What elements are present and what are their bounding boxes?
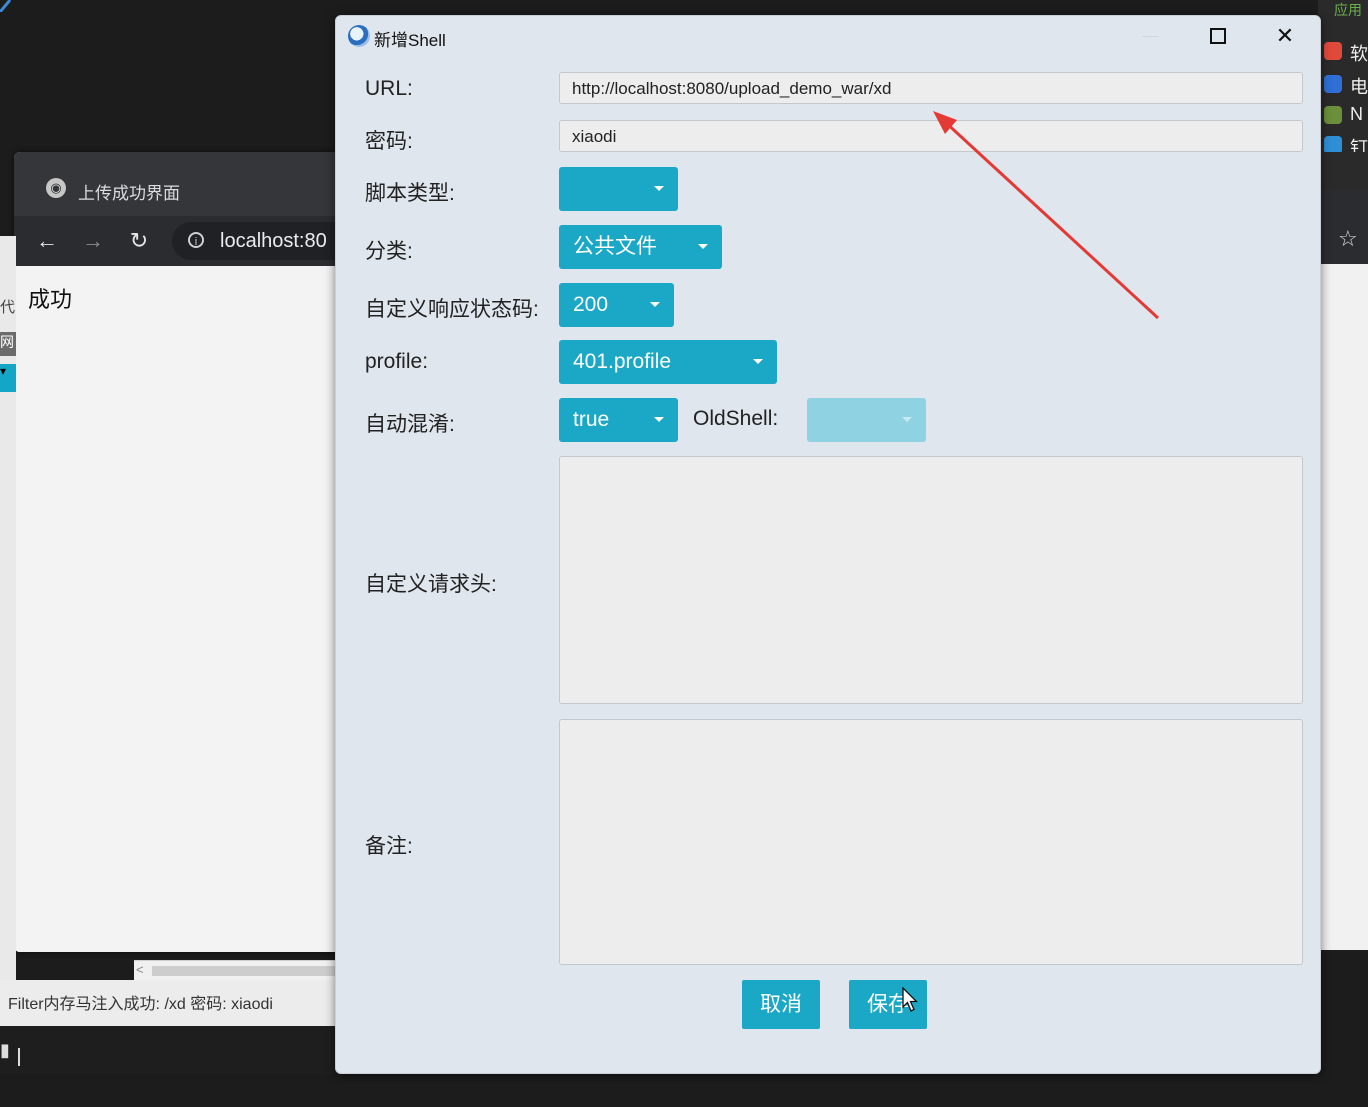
remark-label: 备注: xyxy=(365,835,413,858)
address-url[interactable]: localhost:80 xyxy=(220,230,327,253)
back-arrow-icon[interactable]: ← xyxy=(34,228,60,254)
obfuscate-label: 自动混淆: xyxy=(365,413,455,436)
taskbar-glyph: ▮ xyxy=(0,1040,10,1060)
right-app-list: 应用 软 电 N 钉 xyxy=(1318,0,1368,190)
info-icon[interactable]: i xyxy=(188,232,204,248)
shield-icon xyxy=(1324,75,1342,93)
chevron-down-icon xyxy=(654,186,664,191)
chevron-down-icon xyxy=(698,244,708,249)
right-app-item[interactable]: N xyxy=(1322,104,1368,126)
text-cursor-icon xyxy=(18,1048,20,1066)
chevron-down-icon xyxy=(902,417,912,422)
old-shell-label: OldShell: xyxy=(693,407,779,430)
status-code-label: 自定义响应状态码: xyxy=(365,298,539,321)
corner-decoration xyxy=(0,0,12,12)
annotation-arrow xyxy=(933,111,1160,320)
obfuscate-select[interactable]: true xyxy=(559,398,678,442)
page-success-text: 成功 xyxy=(28,287,73,312)
scroll-left-icon[interactable]: < xyxy=(136,962,144,977)
app-globe-icon xyxy=(348,25,370,47)
pin-icon xyxy=(1324,136,1342,152)
obfuscate-value: true xyxy=(573,408,610,431)
close-icon: ✕ xyxy=(1275,23,1295,48)
right-app-item[interactable]: 电 xyxy=(1322,73,1368,97)
status-message: Filter内存马注入成功: /xd 密码: xiaodi xyxy=(8,996,273,1013)
left-strip-tab[interactable]: 网 xyxy=(0,332,16,356)
browser-toolbar: ← → ↻ i localhost:80 xyxy=(14,216,354,266)
right-app-item[interactable]: 钉 xyxy=(1322,134,1368,152)
folder-icon xyxy=(1324,106,1342,124)
category-label: 分类: xyxy=(365,240,413,263)
category-value: 公共文件 xyxy=(573,235,657,258)
browser-tab-title[interactable]: 上传成功界面 xyxy=(78,179,180,204)
profile-label: profile: xyxy=(365,350,429,373)
globe-icon: ◉ xyxy=(46,178,66,198)
password-label: 密码: xyxy=(365,130,413,153)
headers-textarea[interactable] xyxy=(559,456,1303,704)
chevron-down-icon xyxy=(654,417,664,422)
app-icon xyxy=(1324,42,1342,60)
arrow-line xyxy=(942,119,1160,320)
status-code-select[interactable]: 200 xyxy=(559,283,674,327)
close-button[interactable]: ✕ xyxy=(1262,20,1308,52)
mouse-pointer-icon xyxy=(902,987,918,1012)
horizontal-scrollbar[interactable]: < xyxy=(134,960,344,981)
url-label: URL: xyxy=(365,77,413,100)
taskbar-strip: ▮ xyxy=(0,1026,340,1074)
right-browser-toolbar: ☆ xyxy=(1318,190,1368,264)
chevron-down-icon xyxy=(753,359,763,364)
minimize-icon xyxy=(1142,36,1158,37)
left-strip-dropdown[interactable]: ▾ xyxy=(0,364,16,392)
maximize-button[interactable] xyxy=(1194,20,1240,52)
script-type-label: 脚本类型: xyxy=(365,182,455,205)
right-app-item[interactable]: 软 xyxy=(1322,40,1368,64)
browser-window: ◉ 上传成功界面 ← → ↻ i localhost:80 成功 xyxy=(14,152,354,952)
dialog-titlebar: 新增Shell ✕ xyxy=(336,16,1320,56)
profile-value: 401.profile xyxy=(573,350,672,373)
new-shell-dialog: 新增Shell ✕ URL: http://localhost:8080/upl… xyxy=(335,15,1321,1074)
scroll-thumb[interactable] xyxy=(152,966,342,976)
chevron-down-icon xyxy=(650,302,660,307)
cancel-button[interactable]: 取消 xyxy=(742,980,820,1029)
apps-label: 应用 xyxy=(1334,2,1362,18)
browser-tab-bar: ◉ 上传成功界面 xyxy=(14,152,354,226)
bookmark-star-icon[interactable]: ☆ xyxy=(1338,226,1358,252)
old-shell-select xyxy=(807,398,926,442)
reload-icon[interactable]: ↻ xyxy=(126,228,152,254)
minimize-button[interactable] xyxy=(1132,20,1178,52)
console-status-bar: Filter内存马注入成功: /xd 密码: xiaodi xyxy=(0,980,344,1026)
status-code-value: 200 xyxy=(573,293,609,316)
forward-arrow-icon[interactable]: → xyxy=(80,228,106,254)
address-bar[interactable]: i localhost:80 xyxy=(172,222,354,260)
remark-textarea[interactable] xyxy=(559,719,1303,965)
headers-label: 自定义请求头: xyxy=(365,573,497,596)
profile-select[interactable]: 401.profile xyxy=(559,340,777,384)
category-select[interactable]: 公共文件 xyxy=(559,225,722,269)
script-type-select[interactable] xyxy=(559,167,678,211)
right-browser-window: ☆ xyxy=(1318,190,1368,950)
left-strip-text: 代 xyxy=(0,299,16,316)
left-background-strip: 代 网 ▾ xyxy=(0,236,16,1036)
dialog-title: 新增Shell xyxy=(374,31,446,50)
browser-page-content: 成功 xyxy=(14,266,354,952)
maximize-icon xyxy=(1210,28,1226,44)
